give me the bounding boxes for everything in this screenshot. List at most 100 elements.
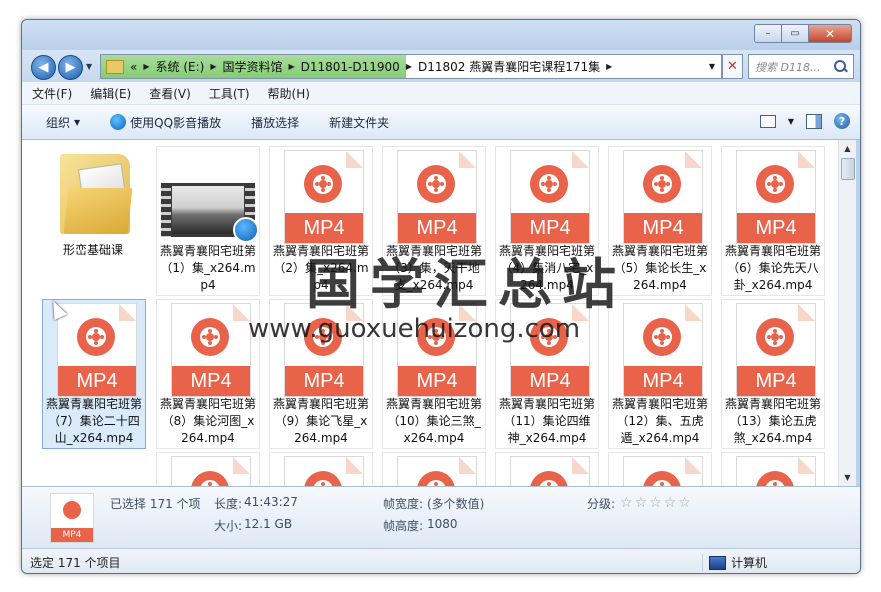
mp4-file-icon: MP4: [623, 303, 703, 397]
mp4-file-icon: MP4: [397, 150, 477, 244]
minimize-button[interactable]: –: [754, 24, 782, 43]
file-name: 燕翼青襄阳宅班第（7）集论二十四山_x264.mp4: [45, 397, 142, 445]
mp4-file-icon: MP4: [736, 456, 816, 486]
file-item[interactable]: MP4 燕翼青襄阳宅班第（12）集、五虎遁_x264.mp4: [608, 299, 712, 449]
close-button[interactable]: ✕: [809, 24, 852, 43]
file-item[interactable]: MP4 燕翼青襄阳宅班第（13）集论五虎煞_x264.mp4: [721, 299, 825, 449]
scroll-thumb[interactable]: [841, 158, 855, 180]
file-item[interactable]: MP4 燕翼青襄阳宅班第（7）集论二十四山_x264.mp4: [42, 299, 146, 449]
back-button[interactable]: ◀: [31, 55, 56, 80]
change-view-icon[interactable]: [759, 114, 776, 128]
menu-tools[interactable]: 工具(T): [201, 85, 258, 102]
play-selection-button[interactable]: 播放选择: [231, 114, 309, 131]
folder-icon: [60, 154, 133, 234]
mp4-badge-label: MP4: [398, 213, 476, 243]
watermark-text: 国学汇总站: [306, 253, 626, 316]
mp4-file-icon: MP4: [284, 150, 364, 244]
forward-button[interactable]: ▶: [58, 55, 83, 80]
file-item[interactable]: 燕翼青襄阳宅班第（1）集_x264.mp4: [156, 146, 260, 296]
mp4-badge-label: MP4: [511, 213, 589, 243]
mp4-badge-label: MP4: [737, 366, 815, 396]
star-icon[interactable]: ☆: [620, 495, 633, 511]
organize-label: 组织: [46, 115, 71, 130]
menu-help[interactable]: 帮助(H): [260, 85, 318, 102]
size-value: 12.1 GB: [244, 517, 293, 531]
file-item[interactable]: MP4: [269, 452, 373, 486]
scroll-down-icon[interactable]: ▼: [839, 469, 856, 486]
file-item[interactable]: MP4 燕翼青襄阳宅班第（8）集论河图_x264.mp4: [156, 299, 260, 449]
rating-stars[interactable]: ☆ ☆ ☆ ☆ ☆: [620, 495, 691, 511]
mp4-file-icon: MP4: [623, 456, 703, 486]
vertical-scrollbar[interactable]: ▲ ▼: [838, 140, 856, 486]
file-item[interactable]: MP4: [156, 452, 260, 486]
breadcrumb-library[interactable]: 国学资料馆: [216, 58, 288, 75]
mp4-badge-label: MP4: [58, 366, 136, 396]
command-bar: 组织 ▼ 使用QQ影音播放 播放选择 新建文件夹 ▼ ?: [22, 105, 860, 140]
file-item[interactable]: MP4: [495, 452, 599, 486]
breadcrumb-separator[interactable]: ▶: [606, 62, 612, 71]
folder-item[interactable]: 形峦基础课: [42, 146, 146, 296]
frame-height-value: 1080: [427, 517, 458, 531]
rating-label: 分级:: [587, 497, 616, 511]
mp4-badge-label: MP4: [51, 528, 93, 542]
help-icon[interactable]: ?: [834, 113, 850, 129]
file-item[interactable]: MP4: [382, 452, 486, 486]
video-thumbnail-icon: [161, 183, 259, 243]
recent-pages-dropdown[interactable]: ▼: [86, 62, 92, 71]
frame-width-value: (多个数值): [427, 497, 485, 511]
qq-play-button[interactable]: 使用QQ影音播放: [90, 114, 231, 131]
view-options-dropdown[interactable]: ▼: [788, 117, 794, 126]
mp4-file-icon: MP4: [736, 150, 816, 244]
status-selection-text: 选定 171 个项目: [30, 556, 121, 570]
breadcrumb-drive[interactable]: 系统 (E:): [150, 58, 211, 75]
qq-player-icon: [233, 217, 259, 243]
file-item[interactable]: MP4: [608, 452, 712, 486]
scroll-up-icon[interactable]: ▲: [839, 140, 856, 157]
star-icon[interactable]: ☆: [664, 495, 677, 511]
breadcrumb-overflow[interactable]: «: [124, 60, 143, 74]
file-item[interactable]: MP4: [721, 452, 825, 486]
details-pane: MP4 已选择 171 个项 长度: 41:43:27 大小: 12.1 GB …: [22, 486, 860, 549]
breadcrumb-current[interactable]: D11802 燕翼青襄阳宅课程171集: [412, 58, 606, 75]
mp4-badge-label: MP4: [285, 366, 363, 396]
selected-count: 已选择 171 个项: [110, 497, 201, 511]
search-icon[interactable]: [834, 59, 848, 74]
folder-icon: [106, 59, 124, 74]
file-name: 燕翼青襄阳宅班第（10）集论三煞_x264.mp4: [385, 397, 482, 445]
star-icon[interactable]: ☆: [649, 495, 662, 511]
menu-edit[interactable]: 编辑(E): [82, 85, 139, 102]
search-box[interactable]: 搜索 D118...: [748, 54, 854, 79]
menu-file[interactable]: 文件(F): [24, 85, 80, 102]
star-icon[interactable]: ☆: [635, 495, 648, 511]
address-bar[interactable]: « ▶ 系统 (E:) ▶ 国学资料馆 ▶ D11801-D11900 ▶ D1…: [100, 54, 722, 79]
computer-icon: [709, 555, 726, 570]
breadcrumb-range[interactable]: D11801-D11900: [295, 60, 406, 74]
mp4-badge-label: MP4: [285, 213, 363, 243]
preview-pane-icon[interactable]: [806, 113, 822, 129]
address-dropdown[interactable]: ▼: [709, 62, 715, 71]
file-item[interactable]: MP4 燕翼青襄阳宅班第（6）集论先天八卦_x264.mp4: [721, 146, 825, 296]
file-name: 燕翼青襄阳宅班第（9）集论飞星_x264.mp4: [272, 397, 369, 445]
file-name: 燕翼青襄阳宅班第（8）集论河图_x264.mp4: [159, 397, 256, 445]
star-icon[interactable]: ☆: [678, 495, 691, 511]
clear-address-button[interactable]: ✕: [722, 54, 743, 79]
title-bar: – ▭ ✕: [22, 20, 860, 50]
mp4-file-icon: MP4: [57, 303, 137, 397]
maximize-button[interactable]: ▭: [782, 24, 809, 43]
mp4-file-icon: MP4: [510, 456, 590, 486]
file-name: 燕翼青襄阳宅班第（12）集、五虎遁_x264.mp4: [611, 397, 708, 445]
mp4-badge-label: MP4: [624, 366, 702, 396]
file-name: 燕翼青襄阳宅班第（6）集论先天八卦_x264.mp4: [724, 244, 821, 292]
qq-play-label: 使用QQ影音播放: [130, 115, 222, 130]
mp4-badge-label: MP4: [511, 366, 589, 396]
organize-button[interactable]: 组织 ▼: [22, 114, 90, 131]
menu-bar: 文件(F) 编辑(E) 查看(V) 工具(T) 帮助(H): [22, 82, 860, 105]
file-name: 燕翼青襄阳宅班第（13）集论五虎煞_x264.mp4: [724, 397, 821, 445]
mp4-file-icon: MP4: [623, 150, 703, 244]
file-name: 形峦基础课: [62, 243, 123, 257]
status-zone: 计算机: [702, 554, 767, 571]
new-folder-button[interactable]: 新建文件夹: [309, 114, 399, 131]
menu-view[interactable]: 查看(V): [141, 85, 199, 102]
search-input[interactable]: 搜索 D118...: [749, 59, 834, 75]
frame-width-label: 帧宽度:: [383, 497, 424, 511]
